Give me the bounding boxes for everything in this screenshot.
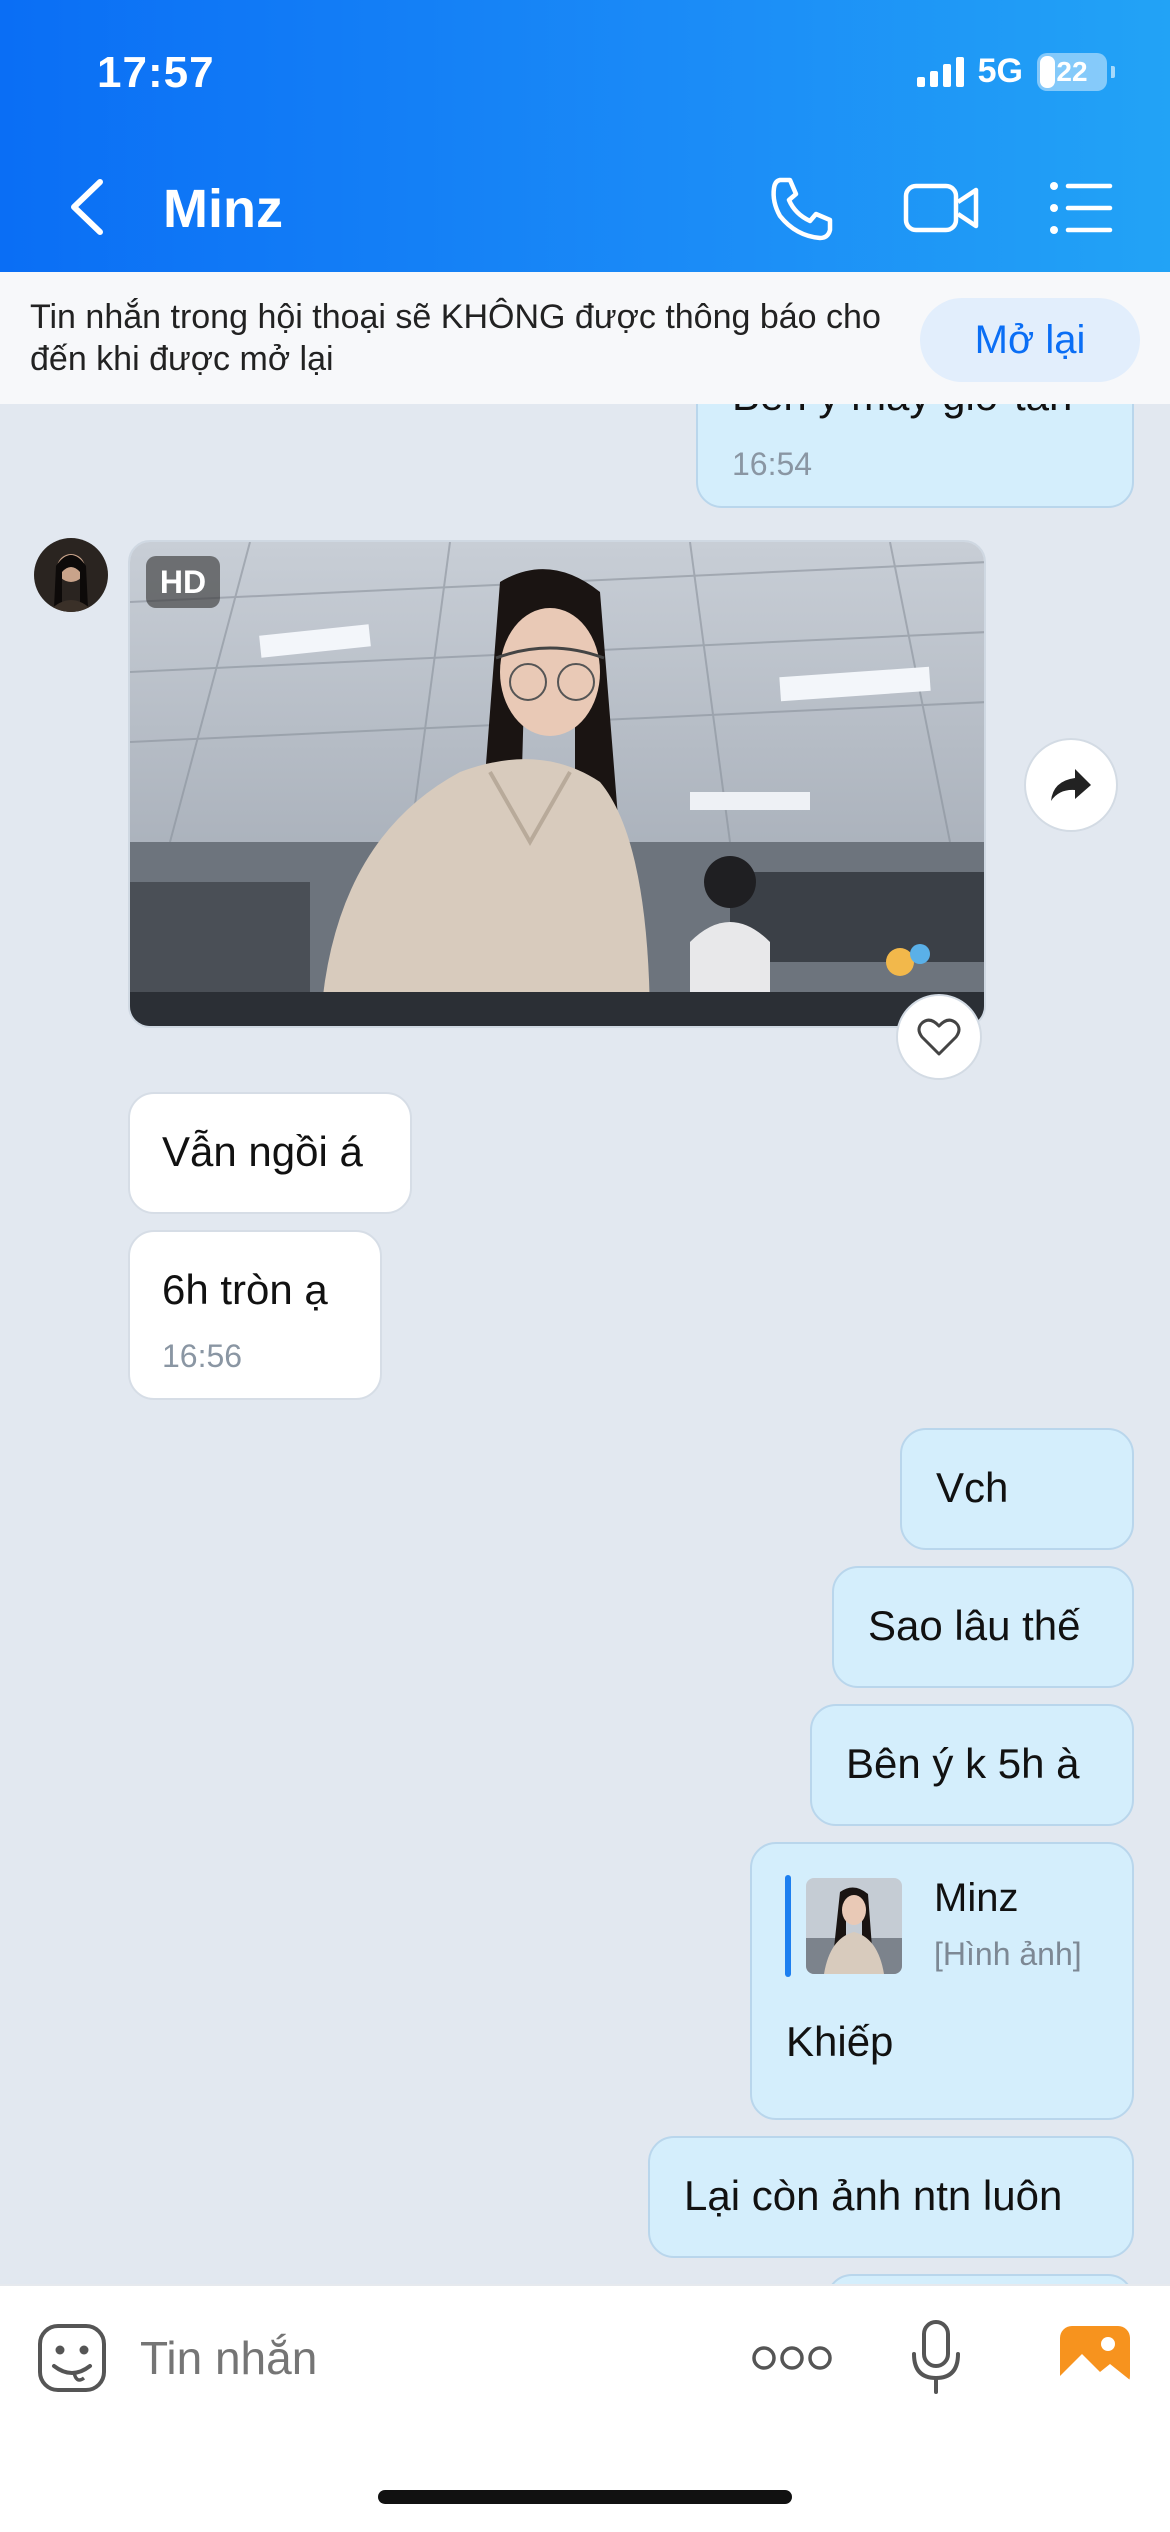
message-text: Sao lâu thế [868, 1602, 1081, 1649]
home-indicator [378, 2490, 792, 2504]
sticker-button[interactable] [36, 2322, 108, 2394]
react-heart-button[interactable] [896, 994, 982, 1080]
phone-icon [771, 177, 833, 241]
emoji-sticker-icon [38, 2324, 106, 2392]
mute-notice-text: Tin nhắn trong hội thoại sẽ KHÔNG được t… [30, 298, 881, 378]
unmute-button[interactable]: Mở lại [920, 298, 1140, 382]
message-text: Khiếp [786, 2018, 894, 2065]
status-indicators: 5G 22 [916, 52, 1115, 91]
battery-icon: 22 [1037, 52, 1107, 91]
gallery-icon [1060, 2326, 1130, 2388]
forward-arrow-icon [1051, 769, 1091, 801]
send-photo-button[interactable] [1058, 2322, 1132, 2392]
list-menu-icon [1050, 182, 1113, 234]
message-text: Vch [936, 1464, 1009, 1511]
message-time: 16:56 [162, 1338, 243, 1374]
quoted-image-thumbnail[interactable] [806, 1878, 902, 1974]
contact-avatar[interactable] [34, 538, 108, 612]
network-type: 5G [977, 52, 1023, 90]
app-header: 17:57 5G 22 Minz [0, 0, 1170, 272]
heart-icon [917, 1018, 961, 1056]
status-time: 17:57 [97, 48, 215, 97]
conversation-title[interactable]: Minz [163, 178, 283, 240]
message-text: 6h tròn ạ [162, 1266, 328, 1313]
photo-message[interactable] [128, 540, 986, 1028]
quote-author: Minz [934, 1876, 1019, 1920]
voice-message-button[interactable] [906, 2318, 966, 2398]
voice-call-button[interactable] [766, 172, 838, 244]
message-input[interactable] [140, 2326, 700, 2390]
quote-bar [785, 1875, 791, 1977]
message-time: 16:54 [732, 446, 813, 482]
video-call-button[interactable] [902, 172, 980, 244]
signal-icon [916, 56, 964, 87]
hd-badge: HD [146, 556, 220, 608]
chevron-left-icon [71, 179, 103, 235]
battery-level: 22 [1056, 55, 1088, 87]
conversation-options-button[interactable] [1044, 172, 1116, 244]
message-text: Lại còn ảnh ntn luôn [684, 2172, 1063, 2219]
more-dots-icon [752, 2346, 832, 2370]
share-button[interactable] [1024, 738, 1118, 832]
more-options-button[interactable] [750, 2338, 834, 2378]
message-text: Vẫn ngồi á [162, 1128, 363, 1175]
quote-type: [Hình ảnh] [934, 1936, 1082, 1972]
video-camera-icon [903, 183, 979, 233]
microphone-icon [912, 2320, 960, 2394]
message-text: Bên ý k 5h à [846, 1740, 1080, 1787]
back-button[interactable] [60, 172, 120, 242]
